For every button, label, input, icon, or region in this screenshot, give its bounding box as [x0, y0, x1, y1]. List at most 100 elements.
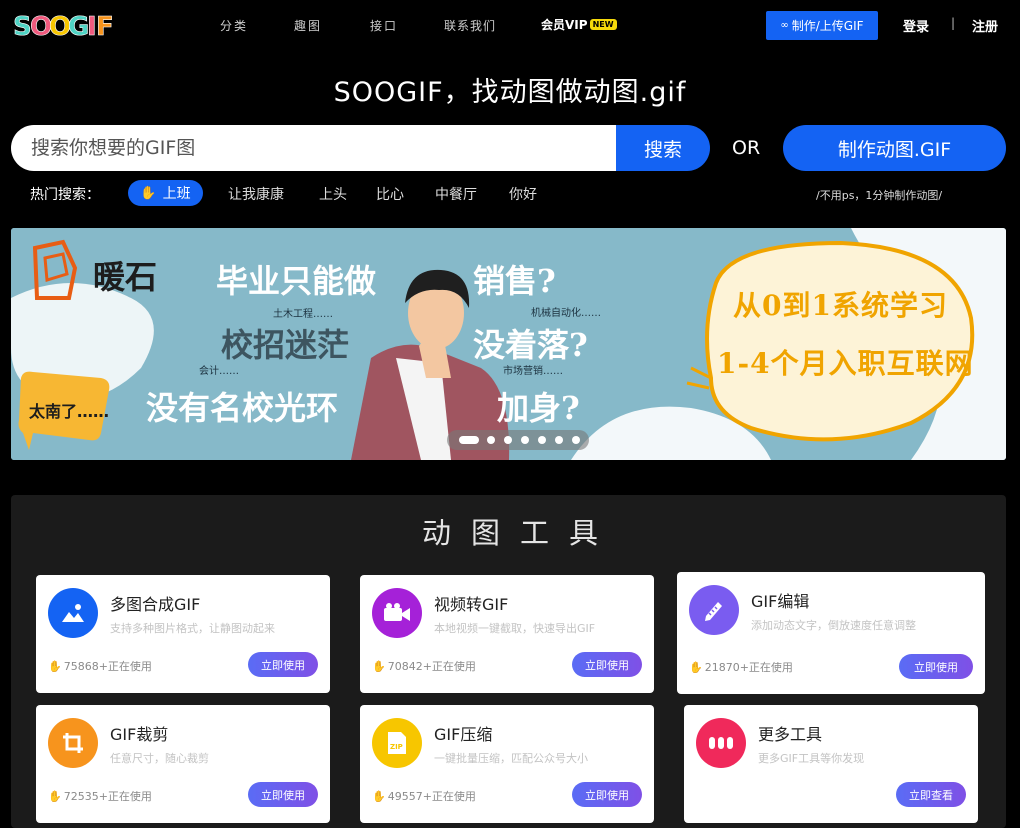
login-link[interactable]: 登录 — [903, 16, 929, 35]
tool-usage: ✋ 21870+正在使用 — [689, 659, 793, 675]
search-button[interactable]: 搜索 — [616, 125, 710, 171]
use-now-button[interactable]: 立即使用 — [572, 652, 642, 677]
carousel-dot[interactable] — [572, 436, 580, 444]
edit-ruler-icon — [689, 585, 739, 635]
carousel-dots — [447, 430, 589, 450]
search-box — [11, 125, 616, 171]
register-link[interactable]: 注册 — [972, 16, 998, 35]
vip-label: 会员VIP — [541, 18, 588, 32]
tool-usage: ✋ 75868+正在使用 — [48, 658, 152, 674]
tool-usage: ✋ 49557+正在使用 — [372, 788, 476, 804]
tool-usage-count: 70842+正在使用 — [387, 660, 476, 673]
tool-desc: 任意尺寸，随心裁剪 — [110, 752, 209, 765]
tool-usage: ✋ 70842+正在使用 — [372, 658, 476, 674]
infinity-icon: ∞ — [780, 20, 789, 31]
carousel-dot[interactable] — [487, 436, 495, 444]
tool-name: GIF压缩 — [434, 725, 493, 744]
tool-usage-count: 75868+正在使用 — [63, 660, 152, 673]
tool-desc: 一键批量压缩，匹配公众号大小 — [434, 752, 588, 765]
banner-right-line1: 从0到1系统学习 — [733, 289, 948, 322]
use-now-button[interactable]: 立即使用 — [248, 782, 318, 807]
use-now-button[interactable]: 立即使用 — [572, 782, 642, 807]
hand-icon: ✋ — [48, 790, 62, 803]
hot-tag[interactable]: 比心 — [376, 184, 404, 204]
hot-tag[interactable]: 让我康康 — [228, 184, 284, 204]
banner-line2a: 校招迷茫 — [221, 326, 350, 364]
carousel-dot[interactable] — [459, 436, 479, 444]
hand-icon: ✋ — [48, 660, 62, 673]
hero-title: SOOGIF，找动图做动图.gif — [333, 77, 687, 108]
hot-tag[interactable]: 上头 — [319, 184, 347, 204]
hot-tag[interactable]: 中餐厅 — [435, 184, 477, 204]
tool-desc: 添加动态文字，倒放速度任意调整 — [751, 619, 916, 632]
banner-right-line2: 1-4个月入职互联网 — [717, 347, 974, 380]
tool-name: 视频转GIF — [434, 595, 509, 614]
tool-card-gif-edit[interactable]: GIF编辑 添加动态文字，倒放速度任意调整 ✋ 21870+正在使用 立即使用 — [677, 572, 985, 694]
hot-tag-active[interactable]: ✋ 上班 — [128, 180, 203, 206]
tool-card-gif-compress[interactable]: ZIP GIF压缩 一键批量压缩，匹配公众号大小 ✋ 49557+正在使用 立即使… — [360, 705, 654, 823]
hand-icon: ✋ — [140, 185, 157, 201]
crop-icon — [48, 718, 98, 768]
banner-line1b: 销售? — [473, 262, 556, 300]
tools-title: 动图工具 — [421, 516, 618, 550]
tool-card-gif-crop[interactable]: GIF裁剪 任意尺寸，随心裁剪 ✋ 72535+正在使用 立即使用 — [36, 705, 330, 823]
banner-small4: 市场营销…… — [503, 366, 563, 377]
banner-small1: 土木工程…… — [273, 309, 333, 320]
hot-tag[interactable]: 你好 — [509, 184, 537, 204]
carousel-dot[interactable] — [555, 436, 563, 444]
view-now-button[interactable]: 立即查看 — [896, 782, 966, 807]
carousel-dot[interactable] — [504, 436, 512, 444]
top-nav: S O O G I F 分类 趣图 接口 联系我们 会员VIP NEW ∞ 制作/… — [0, 0, 1020, 50]
hot-note: /不用ps，1分钟制作动图/ — [816, 189, 943, 202]
tool-usage-count: 72535+正在使用 — [63, 790, 152, 803]
svg-text:S: S — [13, 12, 32, 42]
svg-text:ZIP: ZIP — [390, 743, 403, 751]
or-text: OR — [732, 137, 761, 159]
image-icon — [48, 588, 98, 638]
use-now-button[interactable]: 立即使用 — [248, 652, 318, 677]
hot-search-label: 热门搜索： — [30, 187, 100, 203]
tool-usage-count: 21870+正在使用 — [704, 661, 793, 674]
promo-banner[interactable]: 暖石 毕业只能做 销售? 校招迷茫 没着落? 没有名校光环 加身? 土木工程……… — [11, 228, 1006, 460]
carousel-dot[interactable] — [538, 436, 546, 444]
upload-gif-button[interactable]: ∞ 制作/上传GIF — [766, 11, 878, 40]
hand-icon: ✋ — [372, 790, 386, 803]
tool-name: 更多工具 — [758, 725, 823, 744]
banner-line3a: 没有名校光环 — [146, 389, 339, 427]
banner-line2b: 没着落? — [473, 326, 588, 364]
tool-usage: ✋ 72535+正在使用 — [48, 788, 152, 804]
soogif-logo[interactable]: S O O G I F — [13, 6, 113, 42]
banner-line3b: 加身? — [497, 389, 580, 427]
nav-link-vip[interactable]: 会员VIP NEW — [541, 16, 617, 33]
carousel-dot[interactable] — [521, 436, 529, 444]
tool-card-video-to-gif[interactable]: 视频转GIF 本地视频一键截取，快速导出GIF ✋ 70842+正在使用 立即使用 — [360, 575, 654, 693]
nav-separator: | — [951, 16, 956, 30]
tool-name: GIF裁剪 — [110, 725, 169, 744]
nav-link-contact[interactable]: 联系我们 — [444, 17, 496, 34]
search-input[interactable] — [31, 137, 591, 159]
new-badge: NEW — [589, 19, 617, 30]
tool-name: 多图合成GIF — [110, 595, 201, 614]
tool-desc: 本地视频一键截取，快速导出GIF — [434, 622, 596, 635]
tool-card-more-tools[interactable]: 更多工具 更多GIF工具等你发现 立即查看 — [684, 705, 978, 823]
banner-line1a: 毕业只能做 — [216, 262, 377, 300]
nav-link-fun[interactable]: 趣图 — [294, 17, 322, 34]
upload-gif-label: 制作/上传GIF — [791, 19, 864, 33]
banner-bubble-text: 太南了…… — [29, 402, 110, 421]
zip-icon: ZIP — [372, 718, 422, 768]
nav-link-category[interactable]: 分类 — [220, 17, 248, 34]
tool-usage-count: 49557+正在使用 — [387, 790, 476, 803]
nav-link-api[interactable]: 接口 — [370, 17, 398, 34]
more-icon — [696, 718, 746, 768]
use-now-button[interactable]: 立即使用 — [899, 654, 973, 679]
tool-desc: 更多GIF工具等你发现 — [758, 752, 865, 765]
banner-small2: 机械自动化…… — [531, 308, 601, 319]
tool-desc: 支持多种图片格式，让静图动起来 — [110, 622, 275, 635]
tool-card-multi-image[interactable]: 多图合成GIF 支持多种图片格式，让静图动起来 ✋ 75868+正在使用 立即使用 — [36, 575, 330, 693]
tool-name: GIF编辑 — [751, 592, 810, 611]
video-camera-icon — [372, 588, 422, 638]
hand-icon: ✋ — [689, 661, 703, 674]
hot-tag-label: 上班 — [162, 186, 191, 202]
hand-icon: ✋ — [372, 660, 386, 673]
make-gif-button[interactable]: 制作动图.GIF — [783, 125, 1006, 171]
